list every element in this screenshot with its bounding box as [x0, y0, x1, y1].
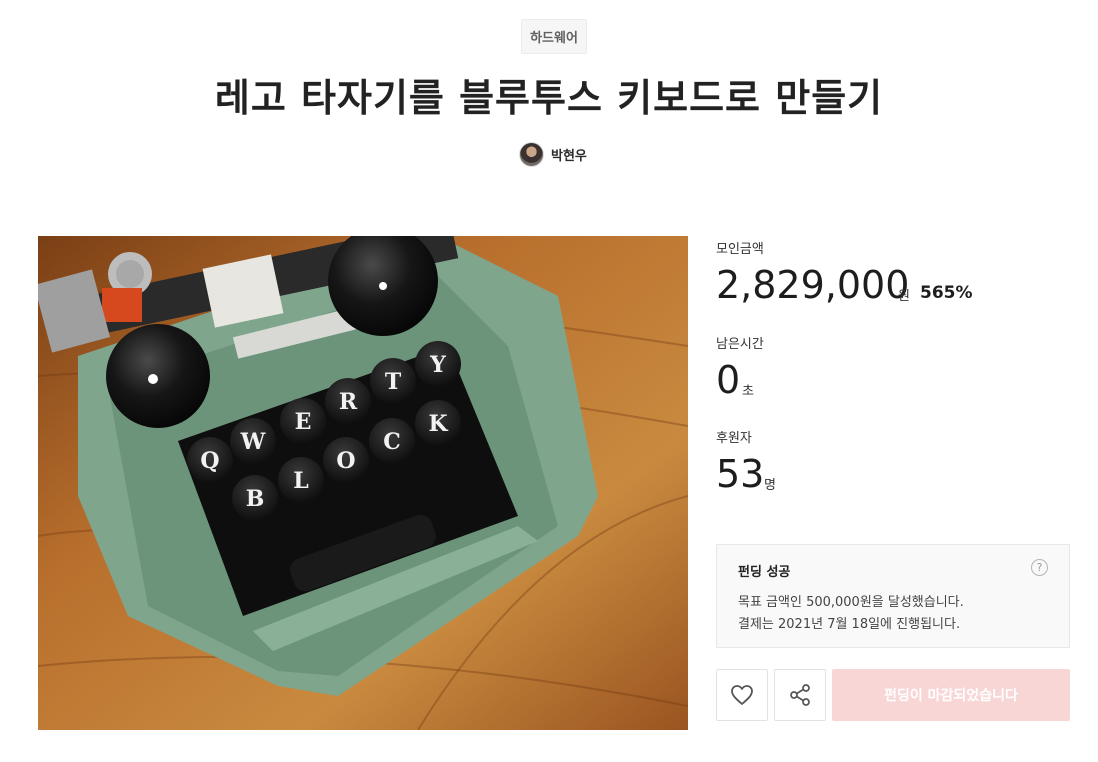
svg-text:R: R: [339, 389, 358, 415]
like-button[interactable]: [716, 669, 768, 721]
project-page: 하드웨어 레고 타자기를 블루투스 키보드로 만들기 박현우 Q W E R T…: [0, 0, 1098, 762]
raised-unit: 원: [898, 289, 910, 304]
key-T: T: [370, 358, 416, 404]
svg-text:E: E: [295, 409, 312, 435]
key-R: R: [325, 378, 371, 424]
creator[interactable]: 박현우: [519, 141, 587, 167]
funding-status-box: 펀딩 성공 ? 목표 금액인 500,000원을 달성했습니다. 결제는 202…: [716, 544, 1070, 648]
svg-text:W: W: [240, 429, 266, 455]
funding-status-title: 펀딩 성공: [738, 565, 791, 580]
time-left-value: 0: [716, 358, 741, 402]
svg-text:Q: Q: [200, 448, 219, 474]
svg-text:O: O: [336, 448, 355, 474]
key-Y: Y: [415, 341, 461, 387]
raised-label: 모인금액: [716, 242, 764, 257]
backers-label: 후원자: [716, 431, 752, 446]
key-E: E: [280, 398, 326, 444]
key-K: K: [415, 400, 461, 446]
svg-text:Y: Y: [429, 352, 446, 378]
backers-count: 53: [716, 452, 765, 496]
key-O: O: [323, 437, 369, 483]
goal-message: 목표 금액인 500,000원을 달성했습니다.: [738, 595, 964, 610]
svg-text:C: C: [383, 429, 401, 455]
raised-amount: 2,829,000: [716, 263, 910, 307]
time-left-unit: 초: [742, 384, 754, 399]
share-icon: [790, 684, 810, 706]
avatar[interactable]: [519, 141, 544, 167]
funding-closed-button[interactable]: 펀딩이 마감되었습니다: [832, 669, 1070, 721]
heart-icon: [731, 685, 753, 705]
key-B: B: [232, 475, 278, 521]
svg-text:K: K: [428, 411, 448, 437]
share-button[interactable]: [774, 669, 826, 721]
time-left-label: 남은시간: [716, 337, 764, 352]
svg-text:T: T: [385, 369, 402, 395]
key-Q: Q: [187, 437, 233, 483]
key-C: C: [369, 418, 415, 464]
creator-name[interactable]: 박현우: [551, 145, 587, 164]
project-image: Q W E R T Y B L O C K: [38, 236, 688, 730]
key-L: L: [278, 457, 324, 503]
key-W: W: [230, 418, 276, 464]
help-icon[interactable]: ?: [1031, 559, 1048, 576]
funded-percent: 565%: [920, 283, 973, 303]
backers-unit: 명: [764, 478, 776, 493]
payment-date-message: 결제는 2021년 7월 18일에 진행됩니다.: [738, 617, 961, 632]
svg-text:L: L: [293, 468, 308, 494]
category-badge[interactable]: 하드웨어: [521, 19, 587, 54]
lego-typewriter-image: Q W E R T Y B L O C K: [38, 236, 688, 730]
project-title: 레고 타자기를 블루투스 키보드로 만들기: [214, 76, 884, 120]
svg-text:B: B: [246, 486, 265, 512]
